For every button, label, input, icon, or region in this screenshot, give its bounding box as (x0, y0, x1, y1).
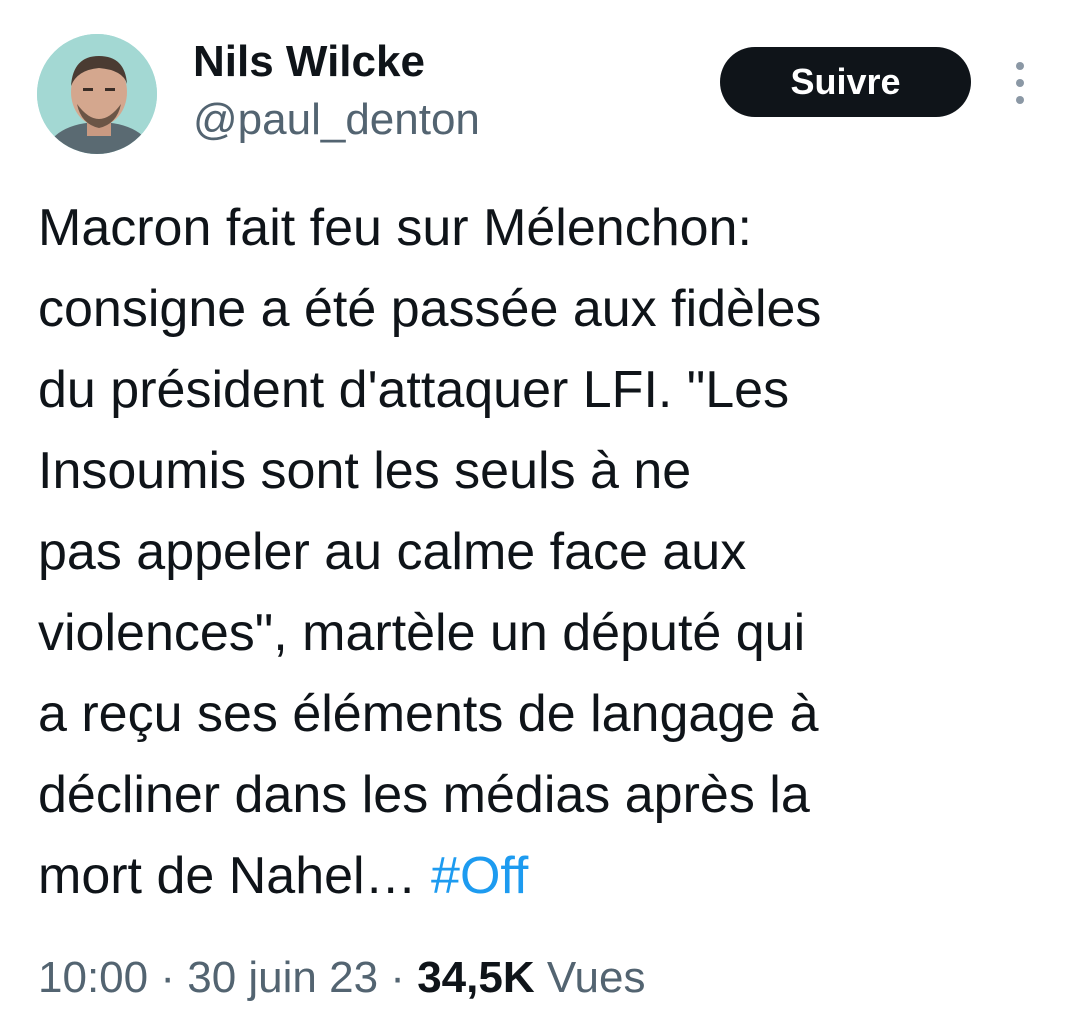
tweet-line: violences", martèle un député qui (38, 604, 806, 662)
tweet-line: décliner dans les médias après la (38, 766, 810, 824)
author-handle[interactable]: @paul_denton (193, 94, 480, 146)
tweet-line: consigne a été passée aux fidèles (38, 280, 822, 338)
views-label: Vues (546, 953, 646, 1002)
tweet-time[interactable]: 10:00 (38, 953, 148, 1002)
tweet-line: Insoumis sont les seuls à ne (38, 442, 692, 500)
tweet-line-text: mort de Nahel… (38, 847, 432, 905)
more-dot (1016, 62, 1024, 70)
follow-button[interactable]: Suivre (720, 47, 971, 117)
tweet-line: du président d'attaquer LFI. "Les (38, 361, 790, 419)
hashtag-link[interactable]: #Off (431, 847, 528, 905)
tweet-meta: 10:00 · 30 juin 23 · 34,5K Vues (38, 948, 646, 1008)
meta-separator: · (390, 953, 405, 1002)
avatar[interactable] (37, 34, 157, 154)
tweet-line-last: mort de Nahel… #Off (38, 836, 1048, 917)
tweet-line: Macron fait feu sur Mélenchon: (38, 199, 752, 257)
more-dot (1016, 79, 1024, 87)
more-vertical-icon[interactable] (1006, 62, 1034, 104)
tweet-line: pas appeler au calme face aux (38, 523, 747, 581)
meta-separator: · (160, 953, 175, 1002)
author-name[interactable]: Nils Wilcke (193, 36, 425, 88)
tweet-line: a reçu ses éléments de langage à (38, 685, 819, 743)
views-count[interactable]: 34,5K (417, 953, 534, 1002)
more-dot (1016, 96, 1024, 104)
tweet-date[interactable]: 30 juin 23 (187, 953, 378, 1002)
tweet-text: Macron fait feu sur Mélenchon: consigne … (38, 188, 1048, 917)
